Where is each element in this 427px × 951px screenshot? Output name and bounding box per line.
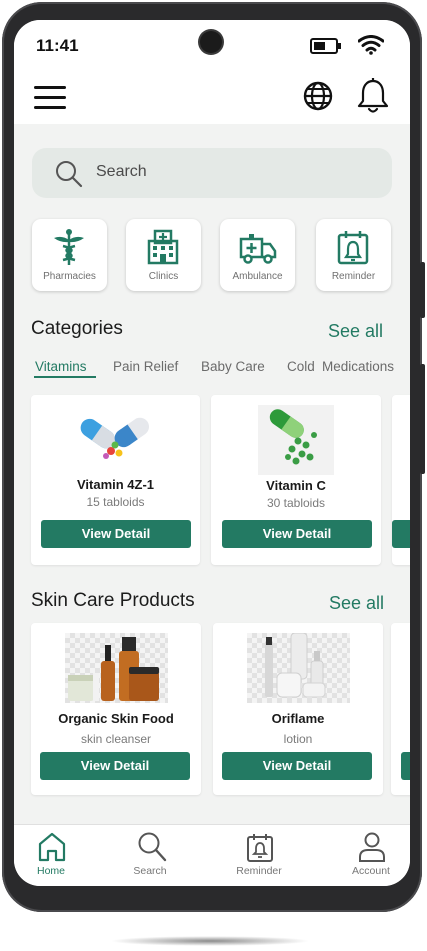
view-detail-button[interactable]: View Detail	[222, 752, 372, 780]
nav-label: Account	[352, 865, 390, 877]
colorful-capsules-image	[80, 417, 150, 459]
search-icon	[138, 832, 167, 862]
white-cosmetic-bottles-image	[247, 632, 350, 703]
phone-floor-shadow	[110, 936, 310, 946]
amber-bottles-image	[65, 633, 168, 703]
product-name: Vitamin 4Z-1	[76, 477, 155, 492]
view-detail-button-partial[interactable]	[392, 520, 410, 548]
categories-see-all-link[interactable]: See all	[328, 321, 383, 342]
calendar-reminder-icon	[247, 834, 273, 862]
globe-icon[interactable]	[302, 80, 334, 112]
user-icon	[359, 832, 385, 862]
search-input[interactable]: Search	[32, 148, 392, 198]
product-card-vitamin-c[interactable]: Vitamin C 30 tabloids View Detail	[211, 395, 381, 565]
view-detail-button-partial[interactable]	[401, 752, 410, 780]
product-detail: 15 tabloids	[86, 495, 145, 509]
quick-action-label: Reminder	[331, 271, 376, 282]
tab-baby-care[interactable]: Baby Care	[201, 359, 265, 374]
search-icon	[56, 161, 83, 188]
tab-vitamins[interactable]: Vitamins	[35, 359, 87, 374]
nav-account[interactable]: Account	[331, 825, 410, 886]
hospital-icon	[147, 229, 179, 265]
ambulance-icon	[239, 234, 277, 264]
app-screen: 11:41 Search Pharmacies Clinics Ambulanc…	[14, 20, 410, 886]
nav-search[interactable]: Search	[110, 825, 190, 886]
app-header	[14, 68, 410, 124]
view-detail-button[interactable]: View Detail	[222, 520, 372, 548]
tab-medications[interactable]: Medications	[322, 359, 394, 374]
volume-button	[420, 262, 425, 318]
battery-icon	[310, 38, 341, 54]
front-camera	[200, 31, 222, 53]
quick-action-label: Clinics	[148, 271, 179, 282]
product-card-partial[interactable]	[391, 623, 410, 795]
skin-care-title: Skin Care Products	[31, 590, 195, 611]
wifi-icon	[358, 35, 384, 55]
tab-cold[interactable]: Cold	[287, 359, 315, 374]
quick-action-pharmacies[interactable]: Pharmacies	[32, 219, 107, 291]
quick-action-reminder[interactable]: Reminder	[316, 219, 391, 291]
nav-label: Reminder	[236, 865, 282, 877]
product-detail: 30 tabloids	[266, 496, 326, 510]
bottom-navigation: Home Search Reminder Account	[14, 824, 410, 886]
active-tab-indicator	[34, 376, 96, 378]
tab-pain-relief[interactable]: Pain Relief	[113, 359, 178, 374]
product-detail: lotion	[283, 732, 313, 746]
product-name: Organic Skin Food	[58, 711, 174, 726]
green-capsule-pills-image	[258, 405, 334, 475]
calendar-bell-icon	[337, 231, 369, 265]
nav-reminder[interactable]: Reminder	[219, 825, 299, 886]
search-placeholder: Search	[96, 163, 147, 180]
product-card-vitamin-4z-1[interactable]: Vitamin 4Z-1 15 tabloids View Detail	[31, 395, 200, 565]
caduceus-icon	[54, 229, 84, 265]
skin-care-see-all-link[interactable]: See all	[329, 593, 384, 614]
quick-action-ambulance[interactable]: Ambulance	[220, 219, 295, 291]
product-card-partial[interactable]	[392, 395, 410, 565]
product-card-oriflame[interactable]: Oriflame lotion View Detail	[213, 623, 383, 795]
view-detail-button[interactable]: View Detail	[41, 520, 191, 548]
home-icon	[38, 832, 66, 862]
hamburger-menu-icon[interactable]	[34, 86, 66, 110]
nav-home[interactable]: Home	[14, 825, 91, 886]
power-button	[420, 364, 425, 474]
nav-label: Home	[36, 865, 65, 877]
quick-action-label: Pharmacies	[43, 271, 96, 282]
nav-label: Search	[133, 865, 167, 877]
quick-action-clinics[interactable]: Clinics	[126, 219, 201, 291]
product-card-organic-skin-food[interactable]: Organic Skin Food skin cleanser View Det…	[31, 623, 201, 795]
status-bar: 11:41	[14, 20, 410, 68]
product-name: Oriflame	[271, 711, 325, 726]
product-detail: skin cleanser	[80, 732, 152, 746]
status-time: 11:41	[36, 36, 79, 55]
view-detail-button[interactable]: View Detail	[40, 752, 190, 780]
product-name: Vitamin C	[266, 478, 326, 493]
bell-icon[interactable]	[356, 77, 390, 115]
categories-title: Categories	[31, 318, 123, 339]
quick-action-label: Ambulance	[232, 271, 283, 282]
